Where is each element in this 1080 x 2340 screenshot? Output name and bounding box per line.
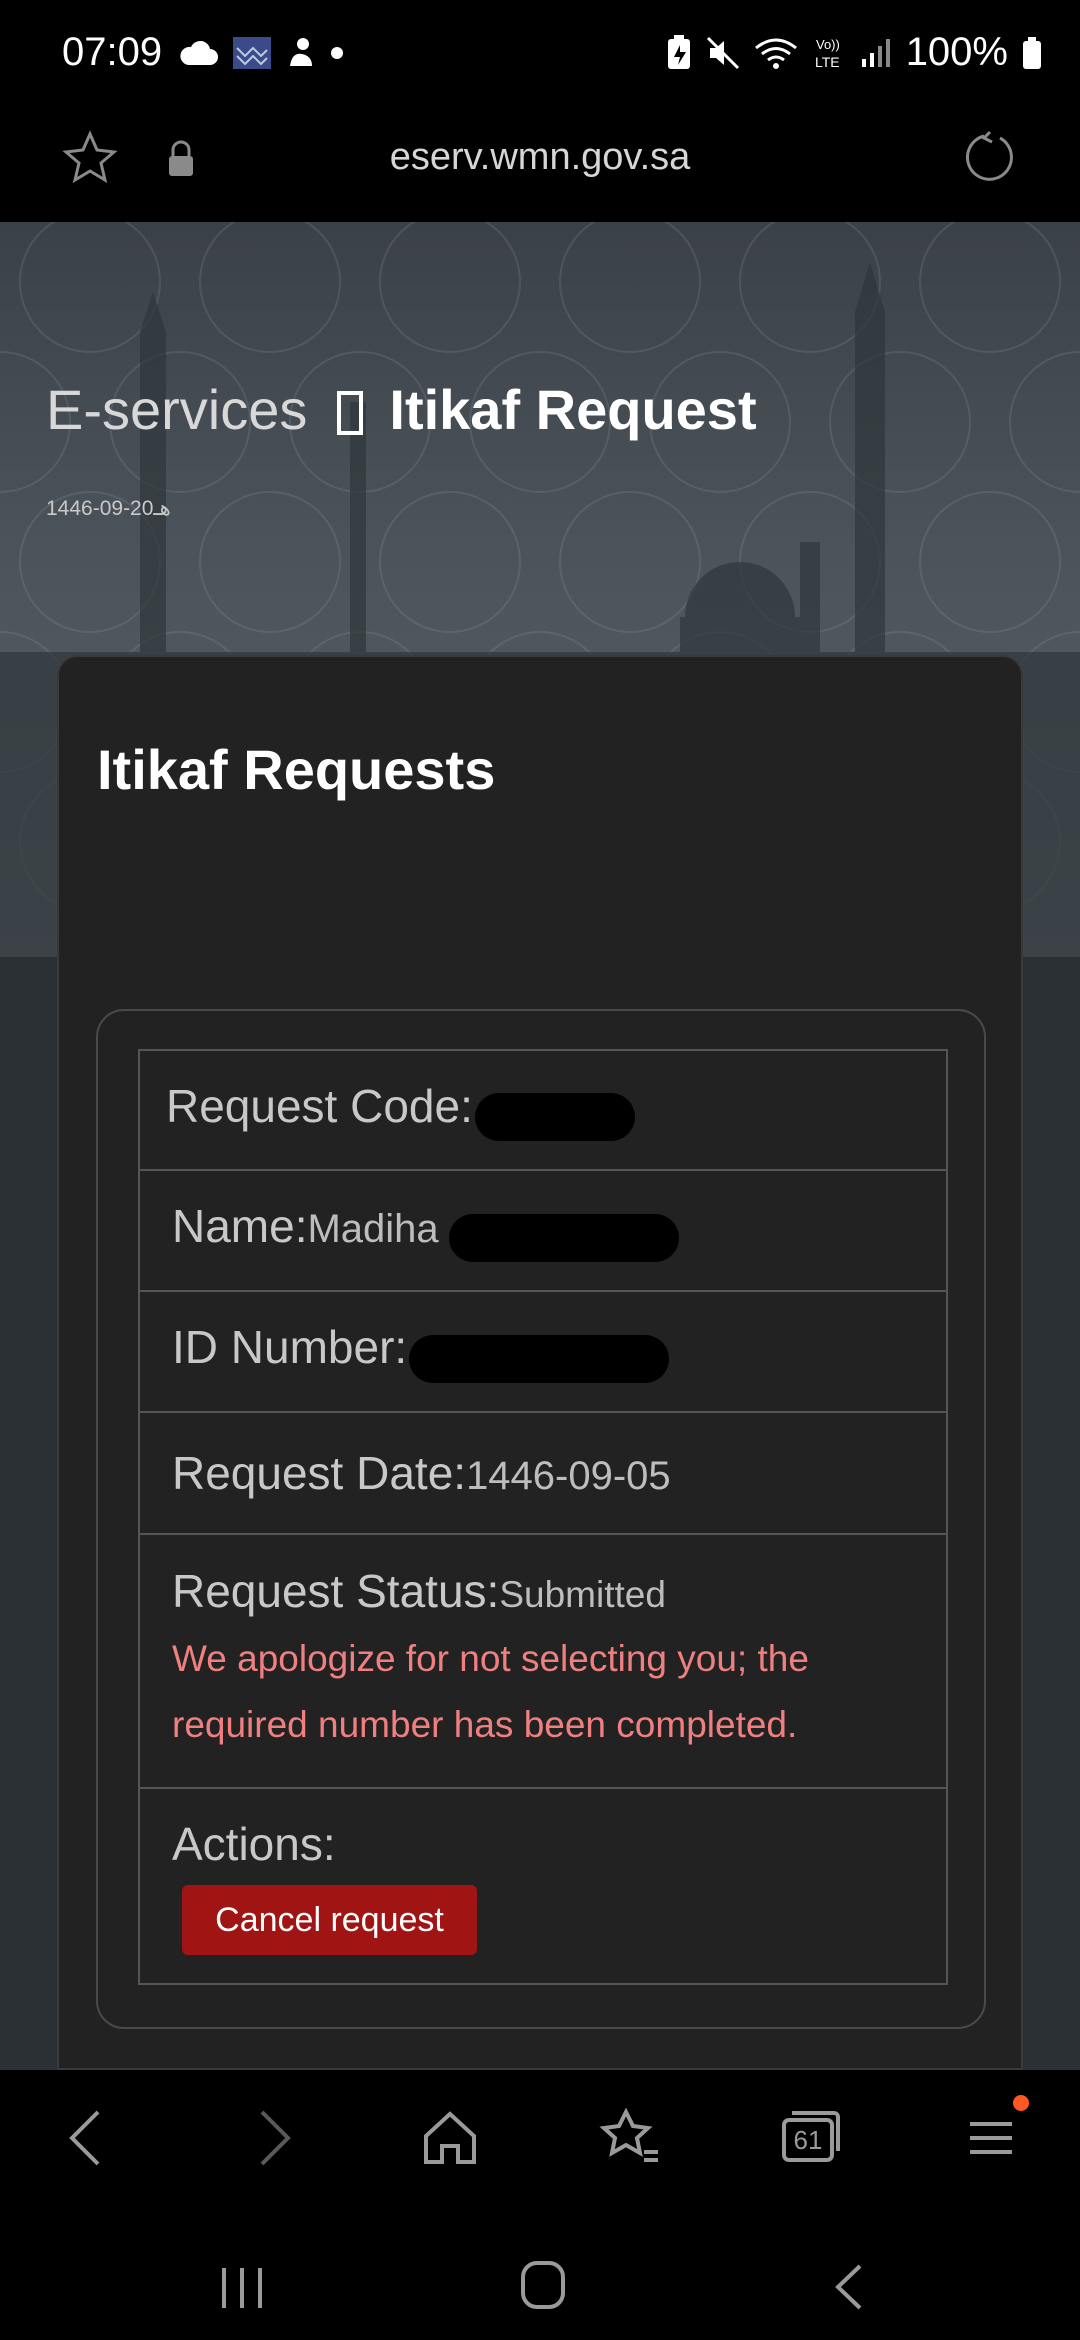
notification-dot-icon xyxy=(1013,2095,1029,2111)
battery-saver-icon xyxy=(667,34,690,69)
requests-card: Itikaf Requests Request Code: Name:Madih… xyxy=(57,655,1023,2070)
table-row: Request Status:Submitted We apologize fo… xyxy=(138,1533,948,1789)
browser-bottom-nav: 61 xyxy=(0,2070,1080,2210)
request-details-box: Request Code: Name:Madiha ID Number: Req… xyxy=(96,1009,986,2029)
menu-icon[interactable] xyxy=(966,2108,1016,2168)
breadcrumb-separator-icon xyxy=(337,391,364,435)
table-row: Actions: Cancel request xyxy=(138,1787,948,1985)
mute-icon xyxy=(706,36,739,69)
name-value: Madiha xyxy=(307,1207,439,1252)
card-title: Itikaf Requests xyxy=(97,738,496,801)
cloud-icon xyxy=(180,40,218,65)
bookmarks-icon[interactable] xyxy=(598,2108,662,2168)
redacted-request-code xyxy=(474,1093,635,1142)
tabs-button[interactable]: 61 xyxy=(780,2108,842,2164)
status-message: We apologize for not selecting you; the … xyxy=(172,1638,809,1745)
breadcrumb-current: Itikaf Request xyxy=(389,378,757,441)
svg-text:Vo)): Vo)) xyxy=(816,37,840,52)
request-status-label: Request Status: xyxy=(172,1565,500,1617)
page-title: E-services Itikaf Request xyxy=(46,377,757,442)
hijri-date: 1446-09-20هـ xyxy=(46,497,171,520)
back-system-icon[interactable] xyxy=(832,2262,866,2312)
request-code-label: Request Code: xyxy=(166,1079,473,1132)
recents-icon[interactable] xyxy=(218,2266,268,2310)
reload-icon[interactable] xyxy=(960,130,1016,186)
request-status-value: Submitted xyxy=(499,1574,666,1615)
request-table: Request Code: Name:Madiha ID Number: Req… xyxy=(138,1049,948,1985)
table-row: ID Number: xyxy=(138,1290,948,1413)
table-cell: Request Date:1446-09-05 xyxy=(138,1411,948,1535)
battery-icon xyxy=(1023,36,1041,69)
table-cell: Actions: Cancel request xyxy=(138,1787,948,1985)
system-icons: Vo)) LTE 100% xyxy=(666,30,1042,75)
signal-icon xyxy=(861,38,890,67)
svg-text:LTE: LTE xyxy=(815,54,840,70)
status-time: 07:09 xyxy=(62,30,163,74)
back-icon[interactable] xyxy=(66,2108,106,2168)
volte-icon: Vo)) LTE xyxy=(815,37,840,70)
home-icon[interactable] xyxy=(420,2108,480,2168)
app-icon xyxy=(233,37,271,69)
table-cell: ID Number: xyxy=(138,1290,948,1413)
table-cell: Request Code: xyxy=(138,1049,948,1171)
actions-label: Actions: xyxy=(172,1818,336,1870)
id-number-label: ID Number: xyxy=(172,1321,408,1374)
system-nav-bar xyxy=(0,2210,1080,2340)
tabs-count: 61 xyxy=(793,2125,823,2155)
name-label: Name: xyxy=(172,1200,308,1253)
request-date-value: 1446-09-05 xyxy=(466,1454,671,1498)
cancel-request-button[interactable]: Cancel request xyxy=(182,1885,477,1955)
table-cell: Request Status:Submitted We apologize fo… xyxy=(138,1533,948,1789)
url-text[interactable]: eserv.wmn.gov.sa xyxy=(0,136,1080,179)
table-row: Name:Madiha xyxy=(138,1169,948,1292)
notification-icons xyxy=(178,36,344,70)
redacted-surname xyxy=(448,1213,679,1262)
breadcrumb-root[interactable]: E-services xyxy=(46,378,307,441)
table-row: Request Date:1446-09-05 xyxy=(138,1411,948,1535)
battery-percent: 100% xyxy=(905,30,1008,74)
status-bar: 07:09 Vo)) LTE 100% xyxy=(0,0,1080,110)
table-row: Request Code: xyxy=(138,1049,948,1171)
forward-icon[interactable] xyxy=(254,2108,294,2168)
hand-icon xyxy=(290,38,312,66)
dot-icon xyxy=(331,47,343,59)
home-system-icon[interactable] xyxy=(520,2260,568,2312)
wifi-icon xyxy=(754,38,797,69)
request-date-label: Request Date: xyxy=(172,1447,467,1499)
redacted-id-number xyxy=(409,1334,670,1383)
table-cell: Name:Madiha xyxy=(138,1169,948,1292)
browser-url-bar: eserv.wmn.gov.sa xyxy=(0,110,1080,223)
